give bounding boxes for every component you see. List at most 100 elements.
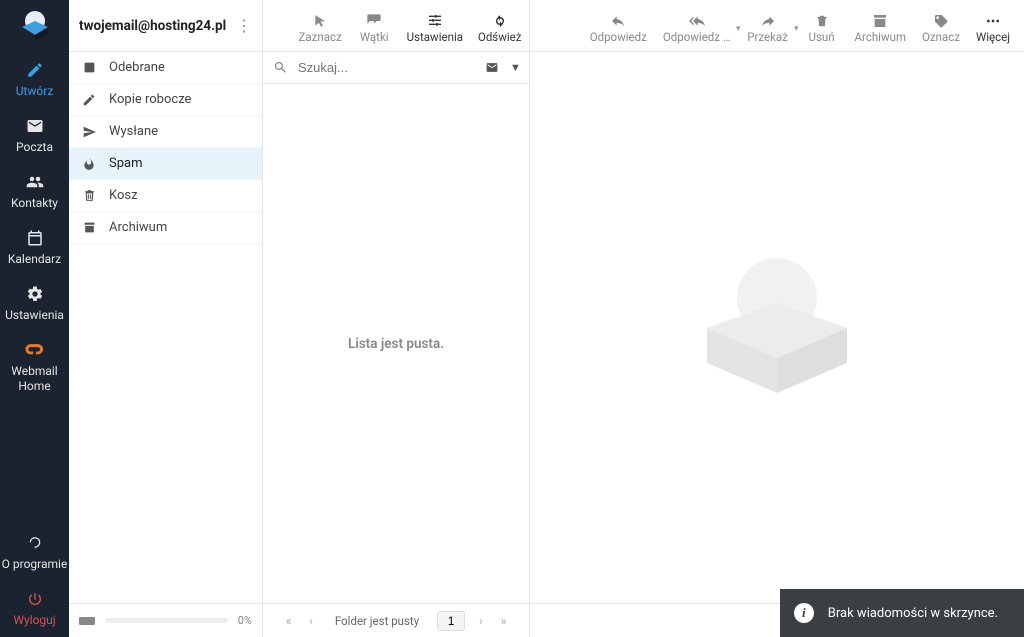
toolbar-archive[interactable]: Archiwum <box>847 0 915 51</box>
folder-label: Spam <box>109 156 143 171</box>
refresh-icon <box>492 7 508 29</box>
toolbar-reply-label: Odpowiedz <box>590 30 647 44</box>
toolbar-mark[interactable]: Oznacz <box>914 0 968 51</box>
toolbar-reply[interactable]: Odpowiedz <box>582 0 655 51</box>
archive-icon <box>81 221 97 234</box>
inbox-icon <box>81 61 97 74</box>
toolbar-delete[interactable]: Usuń <box>797 0 847 51</box>
account-email: twojemail@hosting24.pl <box>79 18 226 34</box>
toolbar-threads[interactable]: Wątki <box>349 0 399 51</box>
nav-mail[interactable]: Poczta <box>0 108 69 164</box>
status-bar: 0% « ‹ Folder jest pusty › » i Brak wiad… <box>69 603 1024 637</box>
toolbar-forward[interactable]: Przekaż ▾ <box>739 0 797 51</box>
toolbar-threads-label: Wątki <box>360 30 389 44</box>
search-scope-icon[interactable] <box>484 61 500 74</box>
contacts-icon <box>25 172 45 192</box>
toolbar-more-label: Więcej <box>976 30 1010 44</box>
message-list-pane: ▼ Lista jest pusta. <box>263 52 530 603</box>
folder-item[interactable]: Kopie robocze <box>69 84 262 116</box>
info-icon: i <box>794 603 814 623</box>
content: Odebrane Kopie robocze Wysłane Spam Kosz Arch… <box>69 52 1024 603</box>
toolbar-delete-label: Usuń <box>808 30 834 44</box>
fire-icon <box>81 156 97 171</box>
toolbar-select[interactable]: Zaznacz <box>291 0 349 51</box>
folder-label: Odebrane <box>109 60 165 75</box>
tag-icon <box>933 7 949 29</box>
forward-icon <box>759 7 777 29</box>
message-preview-pane <box>530 52 1024 603</box>
sliders-icon <box>427 7 443 29</box>
search-input[interactable] <box>298 60 474 75</box>
folder-label: Kosz <box>109 188 138 203</box>
toolbar-archive-label: Archiwum <box>855 30 907 44</box>
toolbar-list-group: Zaznacz Wątki Ustawienia Odśwież <box>263 0 530 51</box>
folder-item[interactable]: Odebrane <box>69 52 262 84</box>
toast-message: Brak wiadomości w skrzynce. <box>828 606 998 621</box>
gear-icon <box>26 284 44 304</box>
cpanel-icon <box>24 340 46 360</box>
folder-item[interactable]: Spam <box>69 148 262 180</box>
toolbar-options[interactable]: Ustawienia <box>399 0 470 51</box>
nav-logout[interactable]: Wyloguj <box>0 581 69 637</box>
pencil-icon <box>81 93 97 107</box>
nav-contacts[interactable]: Kontakty <box>0 164 69 220</box>
toolbar-refresh[interactable]: Odśwież <box>470 0 529 51</box>
nav-compose-label: Utwórz <box>16 84 54 98</box>
nav-calendar-label: Kalendarz <box>8 252 61 266</box>
nav-calendar[interactable]: Kalendarz <box>0 220 69 276</box>
nav-compose[interactable]: Utwórz <box>0 52 69 108</box>
toolbar-reply-all-label: Odpowiedz … <box>663 30 731 44</box>
search-bar: ▼ <box>263 52 529 84</box>
folder-item[interactable]: Wysłane <box>69 116 262 148</box>
toolbar-reply-all[interactable]: Odpowiedz … ▾ <box>655 0 739 51</box>
search-options-toggle[interactable]: ▼ <box>510 61 521 74</box>
nav-settings-label: Ustawienia <box>5 308 64 322</box>
nav-settings[interactable]: Ustawienia <box>0 276 69 332</box>
paginator: « ‹ Folder jest pusty › » <box>263 604 530 637</box>
mail-icon <box>26 116 44 136</box>
nav-contacts-label: Kontakty <box>11 196 58 210</box>
quota-display: 0% <box>69 604 263 637</box>
toolbar-mark-label: Oznacz <box>922 30 960 44</box>
page-last[interactable]: » <box>497 612 511 630</box>
nav-about[interactable]: O programie <box>0 525 69 581</box>
main-area: twojemail@hosting24.pl ⋮ Zaznacz Wątki <box>69 0 1024 637</box>
search-icon <box>273 60 288 75</box>
page-prev[interactable]: ‹ <box>305 612 317 630</box>
topbar: twojemail@hosting24.pl ⋮ Zaznacz Wątki <box>69 0 1024 52</box>
toolbar-options-label: Ustawienia <box>407 30 463 44</box>
vertical-nav: Utwórz Poczta Kontakty Kalendarz Ustawie… <box>0 0 69 637</box>
reply-icon <box>609 7 627 29</box>
toolbar-more[interactable]: Więcej <box>968 0 1018 51</box>
account-menu-button[interactable]: ⋮ <box>232 16 256 35</box>
toolbar-select-label: Zaznacz <box>299 30 342 44</box>
folder-label: Kopie robocze <box>109 92 191 107</box>
toolbar: Zaznacz Wątki Ustawienia Odśwież <box>263 0 1024 51</box>
paginator-status: Folder jest pusty <box>327 614 427 628</box>
plane-icon <box>81 125 97 139</box>
folder-label: Wysłane <box>109 124 158 139</box>
disk-icon <box>79 615 95 627</box>
nav-webmail-home[interactable]: Webmail Home <box>0 332 69 403</box>
folder-item[interactable]: Kosz <box>69 180 262 212</box>
calendar-icon <box>26 228 44 248</box>
folder-label: Archiwum <box>109 220 167 235</box>
page-next[interactable]: › <box>475 612 487 630</box>
archive-icon <box>872 7 888 29</box>
toolbar-refresh-label: Odśwież <box>478 30 522 44</box>
threads-icon <box>365 7 383 29</box>
nav-about-label: O programie <box>2 557 68 571</box>
cursor-icon <box>313 7 327 29</box>
page-first[interactable]: « <box>282 612 296 630</box>
toolbar-message-group: Odpowiedz Odpowiedz … ▾ Przekaż ▾ U <box>530 0 1024 51</box>
nav-webmail-home-label-2: Home <box>18 379 50 393</box>
nav-mail-label: Poczta <box>16 140 53 154</box>
notification-toast: i Brak wiadomości w skrzynce. <box>780 589 1024 637</box>
folder-list: Odebrane Kopie robocze Wysłane Spam Kosz Arch… <box>69 52 263 603</box>
quota-percent: 0% <box>238 614 252 627</box>
page-input[interactable] <box>437 611 465 631</box>
folder-item[interactable]: Archiwum <box>69 212 262 244</box>
question-icon <box>28 533 42 553</box>
app-logo <box>0 0 69 52</box>
account-bar: twojemail@hosting24.pl ⋮ <box>69 0 263 51</box>
